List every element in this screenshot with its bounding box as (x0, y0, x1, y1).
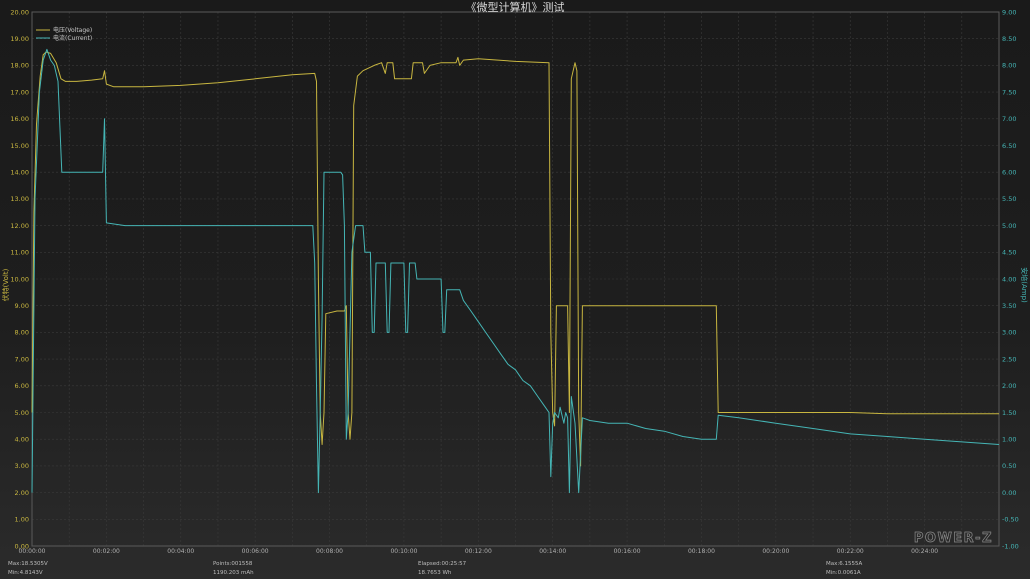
y-axis-left-label: 伏特(Volt) (1, 268, 10, 301)
y-tick-right-label: 0.00 (1002, 489, 1016, 497)
y-tick-left-label: 9.00 (15, 302, 29, 310)
y-tick-right-label: 1.50 (1002, 409, 1016, 417)
y-tick-left-label: 4.00 (15, 436, 29, 444)
x-tick-label: 00:20:00 (762, 548, 789, 555)
grid (32, 12, 999, 546)
y-tick-right-label: -1.00 (1002, 542, 1019, 550)
x-tick-label: 00:10:00 (390, 548, 417, 555)
series-layer (31, 48, 1000, 494)
y-tick-left-label: 13.00 (10, 195, 29, 203)
y-tick-left-label: 10.00 (10, 275, 29, 283)
y-tick-right-label: 7.00 (1002, 115, 1016, 123)
x-tick-label: 00:02:00 (93, 548, 120, 555)
x-tick-label: 00:24:00 (911, 548, 938, 555)
y-tick-right-label: 8.00 (1002, 62, 1016, 70)
x-tick-label: 00:00:00 (19, 548, 46, 555)
x-tick-label: 00:08:00 (316, 548, 343, 555)
y-tick-left-label: 18.00 (10, 62, 29, 70)
y-tick-left-label: 12.00 (10, 222, 29, 230)
stat-elapsed: Elapsed:00:25:57 (418, 561, 467, 567)
y-tick-right-label: 6.00 (1002, 169, 1016, 177)
y-axis-right-ticks: -1.00 -0.50 0.00 0.50 1.00 1.50 2.00 2.50 3.00 3.… (1002, 8, 1019, 550)
y-tick-right-label: 1.00 (1002, 436, 1016, 444)
stat-voltage-max: Max:18.5305V (8, 561, 48, 567)
legend-current-label: 电流(Current) (53, 34, 92, 42)
stat-current-max: Max:6.1555A (826, 561, 862, 567)
stat-current-min: Min:0.0061A (826, 570, 861, 576)
x-tick-label: 00:12:00 (465, 548, 492, 555)
y-tick-left-label: 19.00 (10, 35, 29, 43)
y-tick-right-label: 5.50 (1002, 195, 1016, 203)
x-tick-label: 00:16:00 (614, 548, 641, 555)
power-z-screen: 《微型计算机》测试 0.00 1.00 2.00 3.00 4.00 5.00 6.00 7.… (0, 0, 1030, 579)
y-tick-right-label: 5.00 (1002, 222, 1016, 230)
y-tick-right-label: 9.00 (1002, 8, 1016, 16)
y-tick-right-label: -0.50 (1002, 516, 1019, 524)
y-tick-right-label: 4.50 (1002, 249, 1016, 257)
y-tick-right-label: 3.00 (1002, 329, 1016, 337)
current-series-line (31, 48, 1000, 494)
y-tick-left-label: 15.00 (10, 142, 29, 150)
legend-voltage-label: 电压(Voltage) (53, 26, 92, 34)
x-axis-ticks: 00:00:00 00:02:00 00:04:00 00:06:00 00:08:00… (19, 548, 939, 555)
y-tick-left-label: 8.00 (15, 329, 29, 337)
legend: 电压(Voltage) 电流(Current) (36, 26, 92, 42)
y-tick-right-label: 4.00 (1002, 275, 1016, 283)
y-tick-left-label: 6.00 (15, 382, 29, 390)
y-tick-left-label: 14.00 (10, 169, 29, 177)
y-tick-left-label: 2.00 (15, 489, 29, 497)
brand-logo: POWER-Z (914, 531, 993, 546)
x-tick-label: 00:14:00 (539, 548, 566, 555)
chart-svg: 《微型计算机》测试 0.00 1.00 2.00 3.00 4.00 5.00 6.00 7.… (1, 0, 1029, 576)
y-tick-right-label: 8.50 (1002, 35, 1016, 43)
stats-footer: Max:18.5305V Min:4.8143V Points:001558 1… (8, 561, 862, 576)
stat-energy: 18.7653 Wh (418, 570, 452, 576)
y-tick-left-label: 5.00 (15, 409, 29, 417)
y-axis-left-ticks: 0.001.002.003.004.005.006.007.008.009.00… (10, 8, 29, 550)
y-axis-right-label: 安培(Amp) (1020, 267, 1029, 303)
x-tick-label: 00:06:00 (242, 548, 269, 555)
chart-title: 《微型计算机》测试 (466, 0, 565, 14)
y-tick-left-label: 16.00 (10, 115, 29, 123)
stat-voltage-min: Min:4.8143V (8, 570, 43, 576)
x-tick-label: 00:22:00 (837, 548, 864, 555)
stat-points: Points:001558 (213, 561, 253, 567)
y-tick-right-label: 7.50 (1002, 88, 1016, 96)
x-tick-label: 00:04:00 (167, 548, 194, 555)
y-tick-left-label: 20.00 (10, 8, 29, 16)
voltage-series-line (31, 51, 999, 467)
y-tick-left-label: 1.00 (15, 516, 29, 524)
y-tick-right-label: 2.00 (1002, 382, 1016, 390)
y-tick-left-label: 17.00 (10, 88, 29, 96)
y-tick-left-label: 11.00 (10, 249, 29, 257)
y-tick-right-label: 6.50 (1002, 142, 1016, 150)
stat-capacity: 1190.203 mAh (213, 570, 254, 576)
y-tick-right-label: 3.50 (1002, 302, 1016, 310)
y-tick-left-label: 7.00 (15, 355, 29, 363)
x-tick-label: 00:18:00 (688, 548, 715, 555)
y-tick-left-label: 3.00 (15, 462, 29, 470)
y-tick-right-label: 2.50 (1002, 355, 1016, 363)
y-tick-right-label: 0.50 (1002, 462, 1016, 470)
